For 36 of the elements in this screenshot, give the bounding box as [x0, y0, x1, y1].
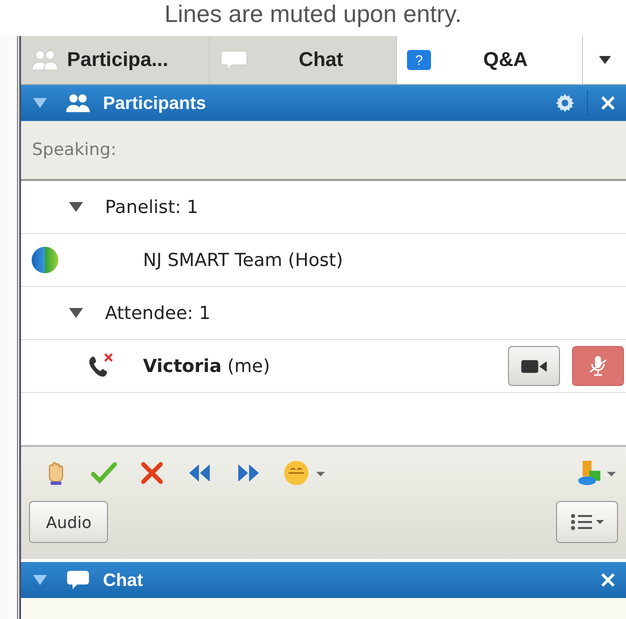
- caption-text: Lines are muted upon entry.: [163, 0, 463, 30]
- list-options-button[interactable]: [556, 501, 618, 543]
- participant-name: NJ SMART Team (Host): [143, 250, 344, 270]
- emoticon-dropdown-icon[interactable]: [283, 459, 325, 487]
- checkmark-icon[interactable]: [91, 460, 117, 486]
- collapse-icon: [33, 98, 47, 108]
- group-label: Attendee: 1: [105, 302, 210, 324]
- speaking-label: Speaking:: [32, 140, 116, 160]
- help-icon: ?: [407, 50, 431, 70]
- participant-name: Victoria (me): [143, 356, 270, 376]
- cross-icon[interactable]: [139, 460, 165, 486]
- speech-bubble-icon: [220, 49, 248, 71]
- panel-header[interactable]: Participants: [21, 85, 626, 121]
- people-icon: [65, 93, 91, 113]
- list-icon: [569, 512, 605, 532]
- expand-arrow-icon[interactable]: [69, 202, 83, 212]
- group-label: Panelist: 1: [105, 196, 198, 218]
- panel-title: Chat: [103, 570, 143, 590]
- tab[interactable]: Participa...: [21, 36, 210, 84]
- close-icon[interactable]: [600, 572, 616, 588]
- close-icon[interactable]: [600, 95, 616, 111]
- globe-icon: [31, 246, 59, 274]
- collapse-icon: [33, 575, 47, 585]
- settings-icon[interactable]: [555, 93, 575, 113]
- muted-microphone-icon: [588, 354, 608, 378]
- panel-header[interactable]: Chat: [21, 562, 626, 598]
- video-button[interactable]: [508, 346, 560, 386]
- video-camera-icon: [520, 358, 548, 374]
- audio-button[interactable]: Audio: [29, 501, 108, 543]
- caret-icon: [598, 56, 610, 64]
- microphone-button[interactable]: [572, 346, 624, 386]
- tab[interactable]: Chat: [210, 36, 397, 84]
- expand-arrow-icon[interactable]: [69, 308, 83, 318]
- people-icon: [31, 49, 59, 71]
- panel-title: Participants: [103, 92, 206, 114]
- speech-bubble-icon: [65, 570, 91, 590]
